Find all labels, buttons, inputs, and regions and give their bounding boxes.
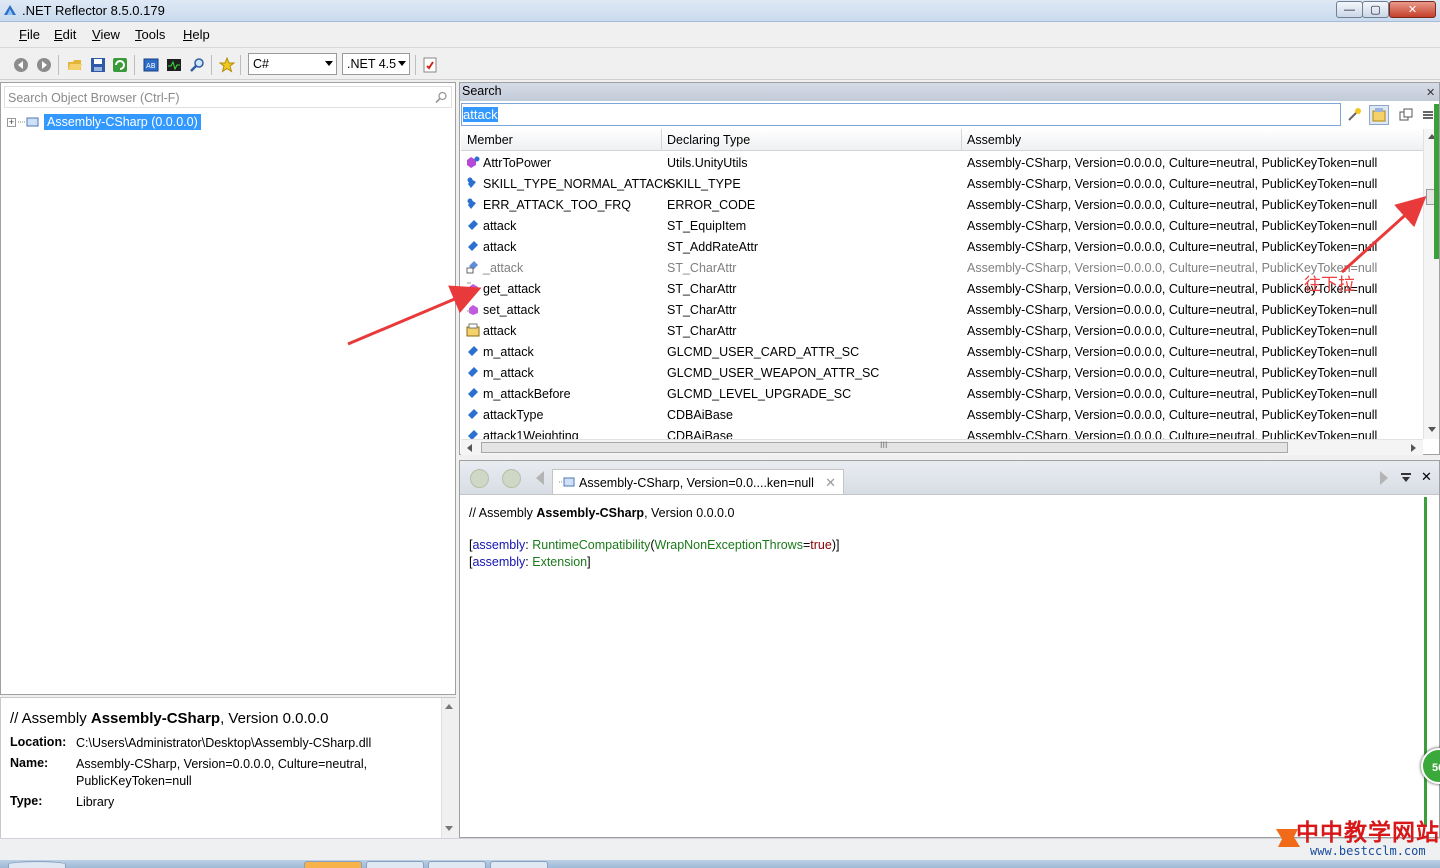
site-watermark: 中中教学网站 www.bestcclm.com	[1274, 813, 1440, 863]
annotation-text: 往下拉	[1304, 275, 1355, 295]
watermark-title: 中中教学网站	[1296, 820, 1440, 846]
annotation-arrow-scrollbar	[1340, 195, 1427, 274]
watermark-url: www.bestcclm.com	[1310, 844, 1426, 858]
annotation-arrow-getter	[347, 285, 482, 346]
annotation-arrows	[347, 195, 1427, 346]
